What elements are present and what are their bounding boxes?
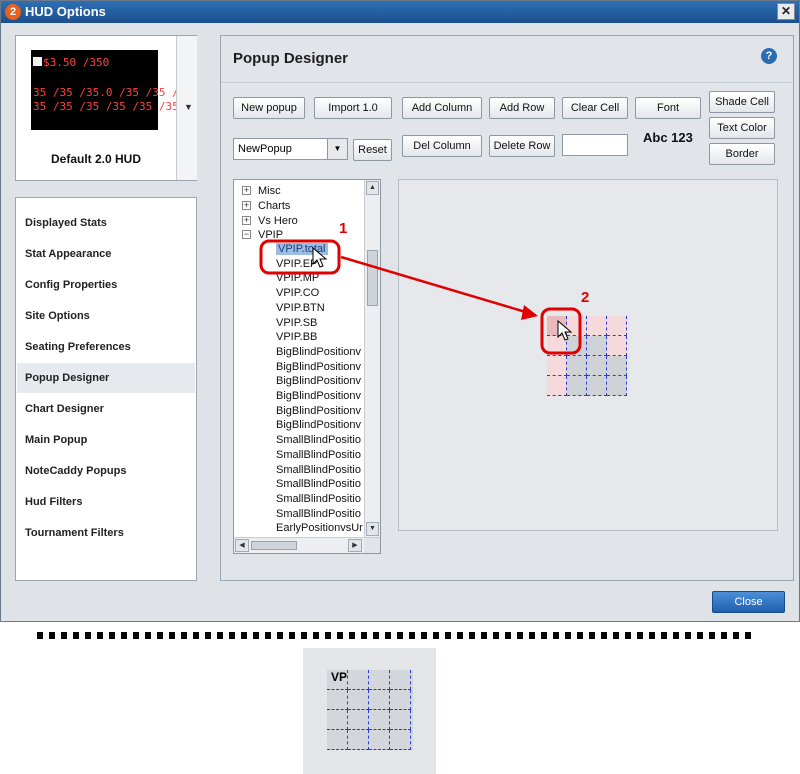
result-popup-grid: VP	[327, 670, 413, 750]
step-1-label: 1	[339, 220, 348, 237]
grid-cell	[348, 690, 369, 710]
grid-cell	[390, 730, 411, 750]
grid-cell	[369, 670, 390, 690]
grid-cell	[390, 690, 411, 710]
grid-cell	[369, 690, 390, 710]
grid-cell	[348, 670, 369, 690]
grid-cell	[369, 730, 390, 750]
source-highlight	[259, 239, 341, 275]
grid-cell	[327, 670, 348, 690]
grid-cell	[348, 710, 369, 730]
grid-cell	[327, 690, 348, 710]
grid-cell	[327, 710, 348, 730]
grid-cell	[390, 670, 411, 690]
result-preview: VP	[303, 648, 436, 774]
grid-cell	[348, 730, 369, 750]
hud-options-window: 2 HUD Options ✕ $3.50 /350 35 /35 /35.0 …	[0, 0, 800, 622]
dotted-separator	[37, 632, 755, 639]
grid-cell	[369, 710, 390, 730]
grid-cell	[390, 710, 411, 730]
grid-cell	[327, 730, 348, 750]
drag-arrow-line	[340, 255, 530, 315]
step-2-label: 2	[581, 289, 590, 306]
cursor-icon	[312, 246, 328, 268]
cursor-icon	[557, 319, 573, 341]
drag-arrow-head	[521, 305, 538, 320]
annotation-overlay	[259, 239, 582, 355]
